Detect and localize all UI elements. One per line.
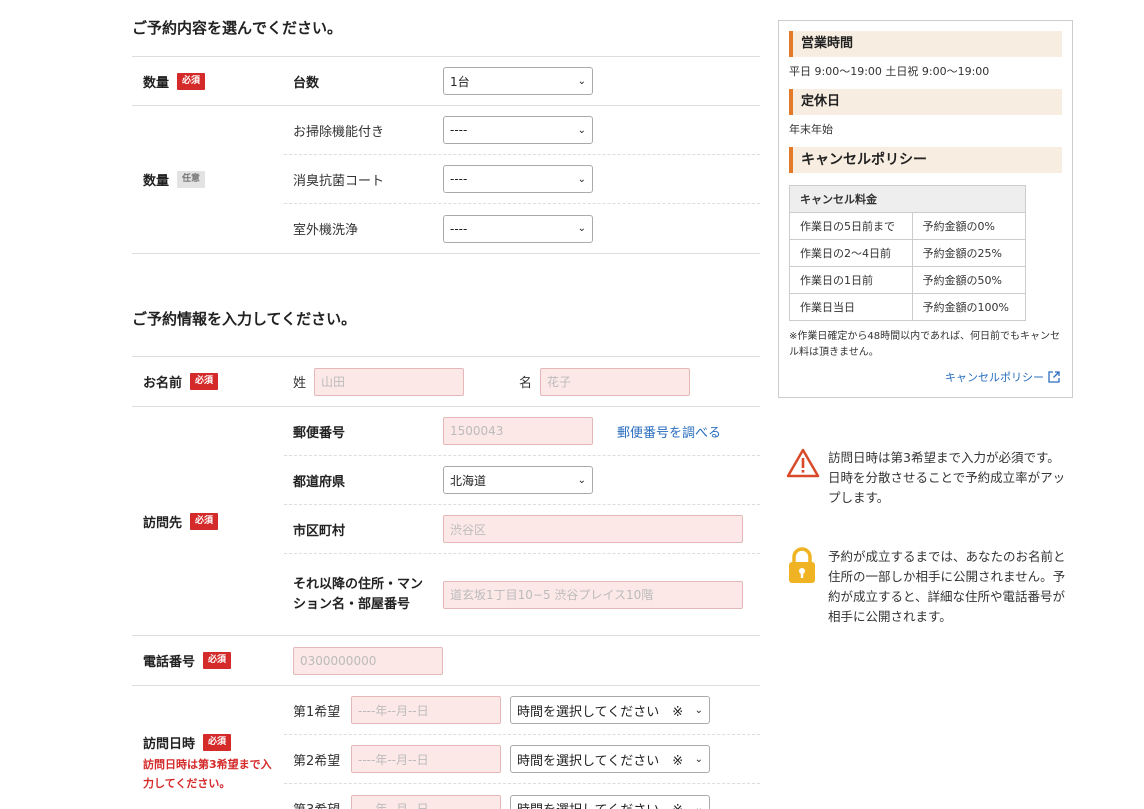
visit-time-3-select[interactable]: 時間を選択してください ※⌄ <box>510 794 710 809</box>
section-title-contents: ご予約内容を選んでください。 <box>132 19 343 37</box>
postal-code-input[interactable]: 1500043 <box>443 417 593 445</box>
name-label: お名前 <box>143 376 183 391</box>
optional-badge: 任意 <box>177 171 206 188</box>
reservation-form: ご予約内容を選んでください。 数量 必須 台数 1台 ⌄ 数量 任意 お掃除機能付き … <box>132 0 760 809</box>
chevron-down-icon: ⌄ <box>694 803 703 809</box>
first-name-input[interactable]: 花子 <box>540 367 691 396</box>
table-row: 作業日の5日前まで 予約金額の0% <box>789 212 1026 240</box>
visit-note: 訪問日時は第3希望まで入力してください。 <box>143 757 272 790</box>
section-title-info: ご予約情報を入力してください。 <box>132 310 357 328</box>
warning-icon <box>786 448 822 508</box>
required-badge: 必須 <box>190 373 219 390</box>
option-outdoor-select[interactable]: ---- ⌄ <box>443 214 593 243</box>
phone-label: 電話番号 <box>143 655 196 670</box>
required-badge: 必須 <box>177 72 206 90</box>
cancel-table-header: キャンセル料金 <box>789 185 1026 213</box>
chevron-down-icon: ⌄ <box>577 474 586 486</box>
first-name-label: 名 <box>519 376 533 391</box>
visit-time-2-select[interactable]: 時間を選択してください ※ ⌄ <box>510 745 710 773</box>
table-row: 作業日の2〜4日前 予約金額の25% <box>789 239 1026 267</box>
privacy-info-note: 予約が成立するまでは、あなたのお名前と住所の一部しか相手に公開されません。予約が… <box>786 547 1066 627</box>
unit-count-select[interactable]: 1台 ⌄ <box>443 67 593 95</box>
required-badge: 必須 <box>190 512 219 530</box>
option-cleaning-select[interactable]: ---- ⌄ <box>443 116 593 144</box>
cancel-note: ※作業日確定から48時間以内であれば、何日前でもキャンセル料は頂きません。 <box>789 331 1061 358</box>
closed-text: 年末年始 <box>789 123 833 136</box>
phone-input[interactable]: 0300000000 <box>293 646 443 675</box>
table-row: 作業日当日 予約金額の100% <box>789 293 1026 321</box>
visit-label: 訪問日時 <box>143 736 196 752</box>
options-row: 数量 任意 お掃除機能付き ---- ⌄ 消臭抗菌コート ---- ⌄ 室外機洗浄 -… <box>132 105 760 254</box>
option-label: 消臭抗菌コート <box>293 173 385 189</box>
chevron-down-icon: ⌄ <box>577 223 586 234</box>
prefecture-select[interactable]: 北海道 ⌄ <box>443 466 593 494</box>
lock-icon <box>786 547 822 627</box>
chevron-down-icon: ⌄ <box>577 173 586 185</box>
city-label: 市区町村 <box>293 523 346 539</box>
name-row: お名前 必須 姓 山田 名 花子 <box>132 356 760 406</box>
address-label: 訪問先 <box>143 515 183 531</box>
visit-date-3-input[interactable]: ----年--月--日 <box>351 794 501 809</box>
city-input[interactable]: 渋谷区 <box>443 515 743 543</box>
cancel-policy-link[interactable]: キャンセルポリシー <box>945 369 1060 385</box>
info-sidebar: 営業時間 平日 9:00〜19:00 土日祝 9:00〜19:00 定休日 年末… <box>778 20 1073 398</box>
postal-code-label: 郵便番号 <box>293 425 346 441</box>
closed-heading: 定休日 <box>789 89 1062 115</box>
required-badge: 必須 <box>203 733 232 751</box>
prefecture-label: 都道府県 <box>293 474 346 490</box>
required-badge: 必須 <box>203 652 232 669</box>
postal-lookup-link[interactable]: 郵便番号を調べる <box>617 422 721 441</box>
cancel-fee-table: キャンセル料金 作業日の5日前まで 予約金額の0% 作業日の2〜4日前 予約金額の2… <box>789 185 1026 321</box>
option-coating-select[interactable]: ---- ⌄ <box>443 165 593 193</box>
hours-heading: 営業時間 <box>789 31 1062 57</box>
visit-time-1-select[interactable]: 時間を選択してください ※ ⌄ <box>510 696 710 724</box>
unit-count-label: 台数 <box>293 75 320 91</box>
privacy-info-text: 予約が成立するまでは、あなたのお名前と住所の一部しか相手に公開されません。予約が… <box>828 549 1066 624</box>
chevron-down-icon: ⌄ <box>694 753 703 765</box>
street-address-input[interactable]: 道玄坂1丁目10−5 渋谷プレイス10階 <box>443 580 743 609</box>
table-row: 作業日の1日前 予約金額の50% <box>789 266 1026 294</box>
cancel-heading: キャンセルポリシー <box>789 147 1062 173</box>
quantity-label: 数量 <box>143 75 170 91</box>
address-row: 訪問先 必須 郵便番号 1500043 郵便番号を調べる 都道府県 北海道 ⌄ 市区… <box>132 406 760 635</box>
pref-3-label: 第3希望 <box>293 799 351 809</box>
chevron-down-icon: ⌄ <box>577 75 586 87</box>
chevron-down-icon: ⌄ <box>577 124 586 136</box>
quantity-row: 数量 必須 台数 1台 ⌄ <box>132 56 760 105</box>
visit-row: 訪問日時 必須 訪問日時は第3希望まで入力してください。 第1希望 ----年--… <box>132 685 760 809</box>
option-label: お掃除機能付き <box>293 124 385 140</box>
options-label: 数量 <box>143 174 170 189</box>
street-address-label: それ以降の住所・マンション名・部屋番号 <box>293 576 424 612</box>
hours-text: 平日 9:00〜19:00 土日祝 9:00〜19:00 <box>789 65 990 78</box>
visit-date-2-input[interactable]: ----年--月--日 <box>351 745 501 773</box>
visit-info-note: 訪問日時は第3希望まで入力が必須です。日時を分散させることで予約成立率がアップし… <box>786 448 1066 508</box>
visit-date-1-input[interactable]: ----年--月--日 <box>351 696 501 724</box>
option-label: 室外機洗浄 <box>293 223 359 238</box>
phone-row: 電話番号 必須 0300000000 <box>132 635 760 685</box>
external-link-icon <box>1048 371 1060 383</box>
visit-info-text: 訪問日時は第3希望まで入力が必須です。日時を分散させることで予約成立率がアップし… <box>828 450 1066 505</box>
last-name-label: 姓 <box>293 376 307 391</box>
chevron-down-icon: ⌄ <box>694 704 703 716</box>
pref-2-label: 第2希望 <box>293 753 341 769</box>
last-name-input[interactable]: 山田 <box>314 367 465 396</box>
pref-1-label: 第1希望 <box>293 704 341 720</box>
